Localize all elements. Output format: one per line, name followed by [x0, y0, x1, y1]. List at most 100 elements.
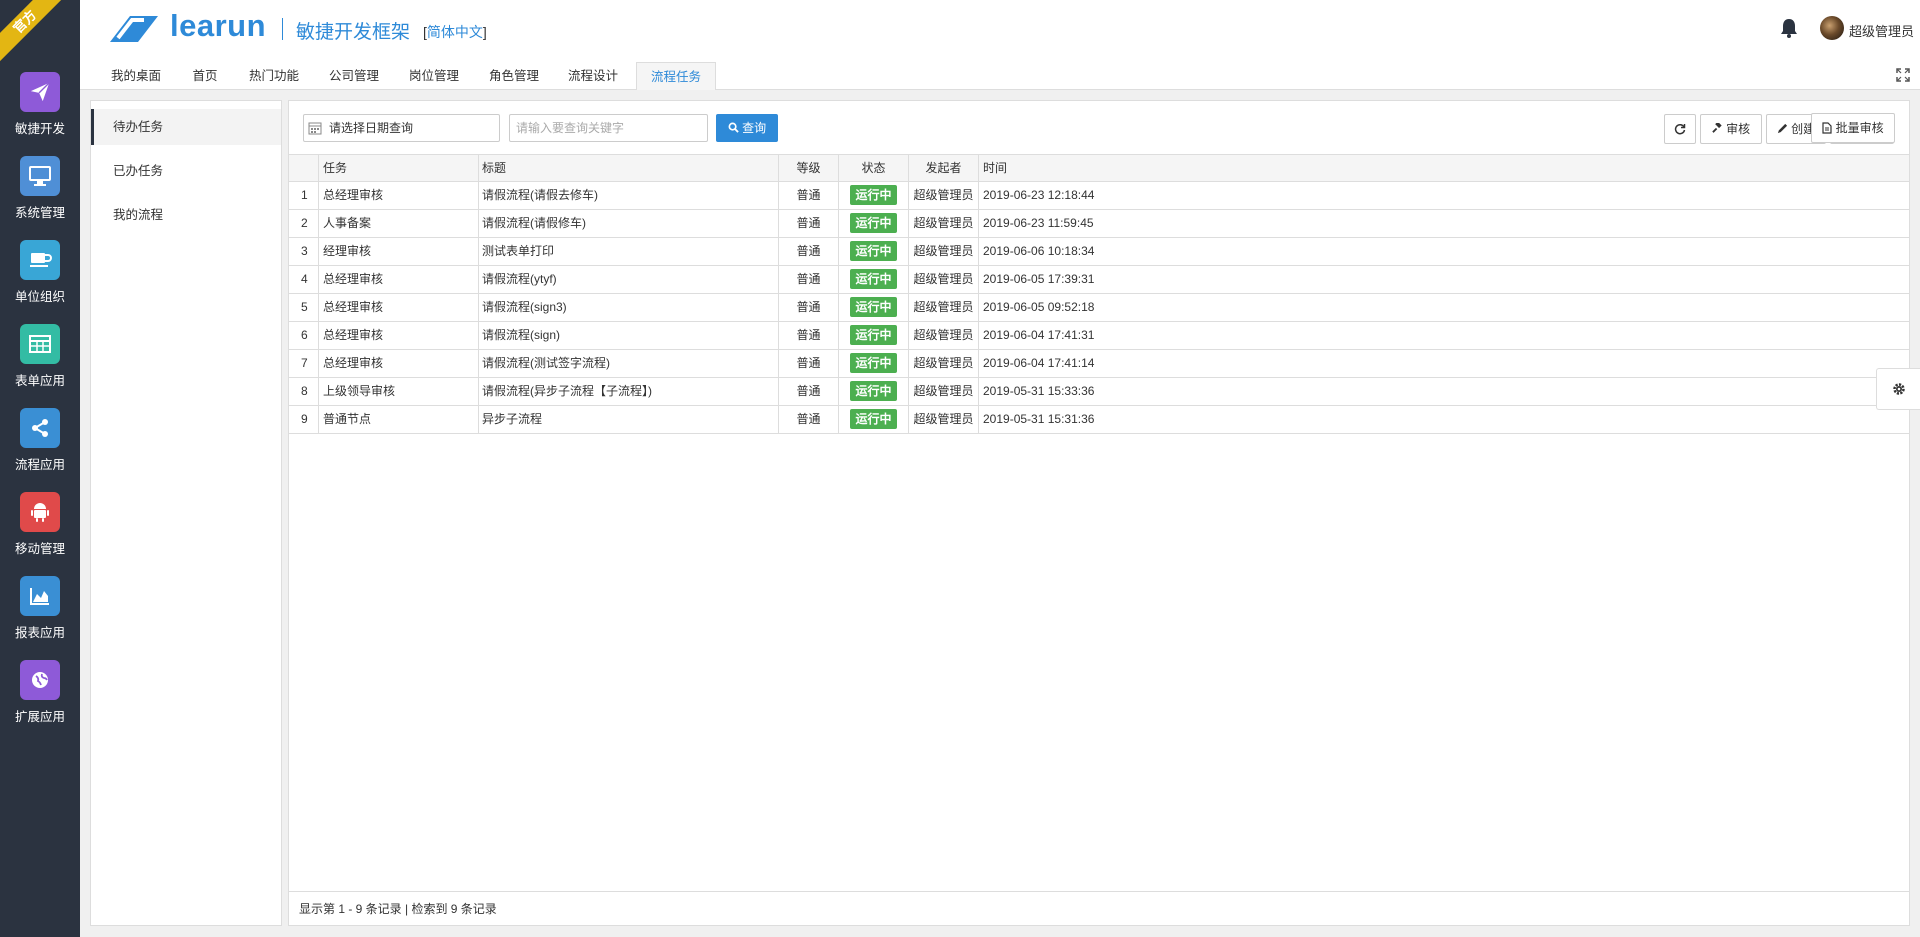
app-subtitle: 敏捷开发框架	[296, 22, 411, 43]
table-row[interactable]: 9 普通节点 异步子流程 普通 运行中 超级管理员 2019-05-31 15:31:36	[289, 406, 1909, 434]
gear-icon	[1892, 383, 1905, 395]
row-initiator: 超级管理员	[909, 406, 979, 434]
nav-item-todo-tasks[interactable]: 待办任务	[91, 109, 281, 145]
learun-logo-icon	[110, 16, 158, 42]
refresh-button[interactable]	[1664, 114, 1696, 144]
paper-plane-icon	[20, 72, 60, 112]
table-header-row: 任务 标题 等级 状态 发起者 时间	[289, 154, 1909, 183]
tab-role-mgmt[interactable]: 角色管理	[478, 62, 550, 90]
fullscreen-icon[interactable]	[1896, 68, 1910, 82]
search-icon	[728, 122, 739, 133]
row-initiator: 超级管理员	[909, 294, 979, 322]
table-body: 1 总经理审核 请假流程(请假去修车) 普通 运行中 超级管理员 2019-06-23 12…	[289, 182, 1909, 434]
task-category-panel: 待办任务 已办任务 我的流程	[90, 100, 282, 926]
file-icon	[1822, 122, 1832, 134]
batch-review-button[interactable]: 批量审核	[1811, 113, 1895, 143]
row-status: 运行中	[839, 406, 909, 434]
status-badge: 运行中	[850, 213, 897, 233]
row-time: 2019-06-05 09:52:18	[983, 300, 1095, 314]
status-badge: 运行中	[850, 381, 897, 401]
row-time: 2019-06-04 17:41:14	[983, 356, 1095, 370]
nav-item-my-flows[interactable]: 我的流程	[91, 197, 281, 233]
row-title: 请假流程(测试签字流程)	[479, 350, 779, 378]
row-task: 总经理审核	[319, 294, 479, 322]
calendar-icon	[308, 122, 322, 135]
keyword-search-input[interactable]	[509, 114, 708, 142]
header-cell-title[interactable]: 标题	[479, 155, 779, 183]
row-index: 9	[289, 406, 319, 434]
tab-home[interactable]: 首页	[182, 62, 228, 90]
header-cell-initiator[interactable]: 发起者	[909, 155, 979, 183]
table-row[interactable]: 6 总经理审核 请假流程(sign) 普通 运行中 超级管理员 2019-06-04 17:…	[289, 322, 1909, 350]
review-button[interactable]: 审核	[1700, 114, 1762, 144]
language-selector[interactable]: [简体中文]	[423, 22, 487, 42]
row-level: 普通	[779, 406, 839, 434]
avatar[interactable]	[1820, 16, 1844, 40]
task-table: 任务 标题 等级 状态 发起者 时间 1 总经理审核 请假流程(请假去修车) 普通 运行…	[289, 154, 1909, 434]
row-initiator: 超级管理员	[909, 210, 979, 238]
sidebar-item-system-mgmt[interactable]: 系统管理	[0, 142, 80, 226]
status-badge: 运行中	[850, 269, 897, 289]
sidebar-item-label: 扩展应用	[14, 710, 65, 724]
status-badge: 运行中	[850, 185, 897, 205]
sidebar-item-form-app[interactable]: 表单应用	[0, 310, 80, 394]
sidebar-item-flow-app[interactable]: 流程应用	[0, 394, 80, 478]
status-badge: 运行中	[850, 325, 897, 345]
tab-company-mgmt[interactable]: 公司管理	[318, 62, 390, 90]
logo-text: learun	[170, 8, 267, 43]
share-icon	[20, 408, 60, 448]
sidebar-item-org[interactable]: 单位组织	[0, 226, 80, 310]
row-index: 1	[289, 182, 319, 210]
status-badge: 运行中	[850, 297, 897, 317]
row-status: 运行中	[839, 182, 909, 210]
sidebar-item-agile-dev[interactable]: 敏捷开发	[0, 58, 80, 142]
tab-my-desktop[interactable]: 我的桌面	[100, 62, 172, 90]
row-title: 异步子流程	[479, 406, 779, 434]
row-title: 请假流程(ytyf)	[479, 266, 779, 294]
user-name[interactable]: 超级管理员	[1849, 21, 1914, 40]
bell-icon[interactable]	[1780, 18, 1798, 38]
table-row[interactable]: 3 经理审核 测试表单打印 普通 运行中 超级管理员 2019-06-06 10:18:34	[289, 238, 1909, 266]
tab-post-mgmt[interactable]: 岗位管理	[398, 62, 470, 90]
header-cell-index	[289, 155, 319, 183]
header-cell-status[interactable]: 状态	[839, 155, 909, 183]
table-row[interactable]: 1 总经理审核 请假流程(请假去修车) 普通 运行中 超级管理员 2019-06-23 12…	[289, 182, 1909, 210]
row-time: 2019-06-23 11:59:45	[983, 216, 1094, 230]
tab-hot-features[interactable]: 热门功能	[238, 62, 310, 90]
sidebar-item-report-app[interactable]: 报表应用	[0, 562, 80, 646]
row-status: 运行中	[839, 378, 909, 406]
table-row[interactable]: 5 总经理审核 请假流程(sign3) 普通 运行中 超级管理员 2019-06-05 09…	[289, 294, 1909, 322]
settings-toggle[interactable]	[1876, 368, 1920, 410]
date-query-input[interactable]: 请选择日期查询	[303, 114, 500, 142]
task-list-panel: 请选择日期查询 查询 审核 创建	[288, 100, 1910, 926]
header-cell-level[interactable]: 等级	[779, 155, 839, 183]
tab-flow-task[interactable]: 流程任务	[636, 62, 716, 90]
row-index: 7	[289, 350, 319, 378]
row-index: 3	[289, 238, 319, 266]
sidebar-item-extension-app[interactable]: 扩展应用	[0, 646, 80, 730]
row-title: 请假流程(请假修车)	[479, 210, 779, 238]
table-row[interactable]: 2 人事备案 请假流程(请假修车) 普通 运行中 超级管理员 2019-06-23 11:5…	[289, 210, 1909, 238]
table-row[interactable]: 8 上级领导审核 请假流程(异步子流程【子流程】) 普通 运行中 超级管理员 2019-05…	[289, 378, 1909, 406]
status-badge: 运行中	[850, 241, 897, 261]
sidebar-item-label: 单位组织	[14, 290, 65, 304]
row-level: 普通	[779, 266, 839, 294]
query-button[interactable]: 查询	[716, 114, 778, 142]
header-cell-time[interactable]: 时间	[979, 155, 1909, 183]
table-row[interactable]: 7 总经理审核 请假流程(测试签字流程) 普通 运行中 超级管理员 2019-06-04 1…	[289, 350, 1909, 378]
review-button-label: 审核	[1726, 122, 1751, 136]
row-title: 请假流程(异步子流程【子流程】)	[479, 378, 779, 406]
logo-divider	[282, 18, 283, 40]
row-status: 运行中	[839, 266, 909, 294]
header-cell-task[interactable]: 任务	[319, 155, 479, 183]
table-icon	[20, 324, 60, 364]
nav-item-done-tasks[interactable]: 已办任务	[91, 153, 281, 189]
row-status: 运行中	[839, 238, 909, 266]
sidebar-item-mobile-mgmt[interactable]: 移动管理	[0, 478, 80, 562]
row-status: 运行中	[839, 210, 909, 238]
lang-bracket-close: ]	[482, 24, 487, 40]
android-icon	[20, 492, 60, 532]
table-row[interactable]: 4 总经理审核 请假流程(ytyf) 普通 运行中 超级管理员 2019-06-05 17:…	[289, 266, 1909, 294]
tab-flow-design[interactable]: 流程设计	[557, 62, 629, 90]
row-index: 4	[289, 266, 319, 294]
